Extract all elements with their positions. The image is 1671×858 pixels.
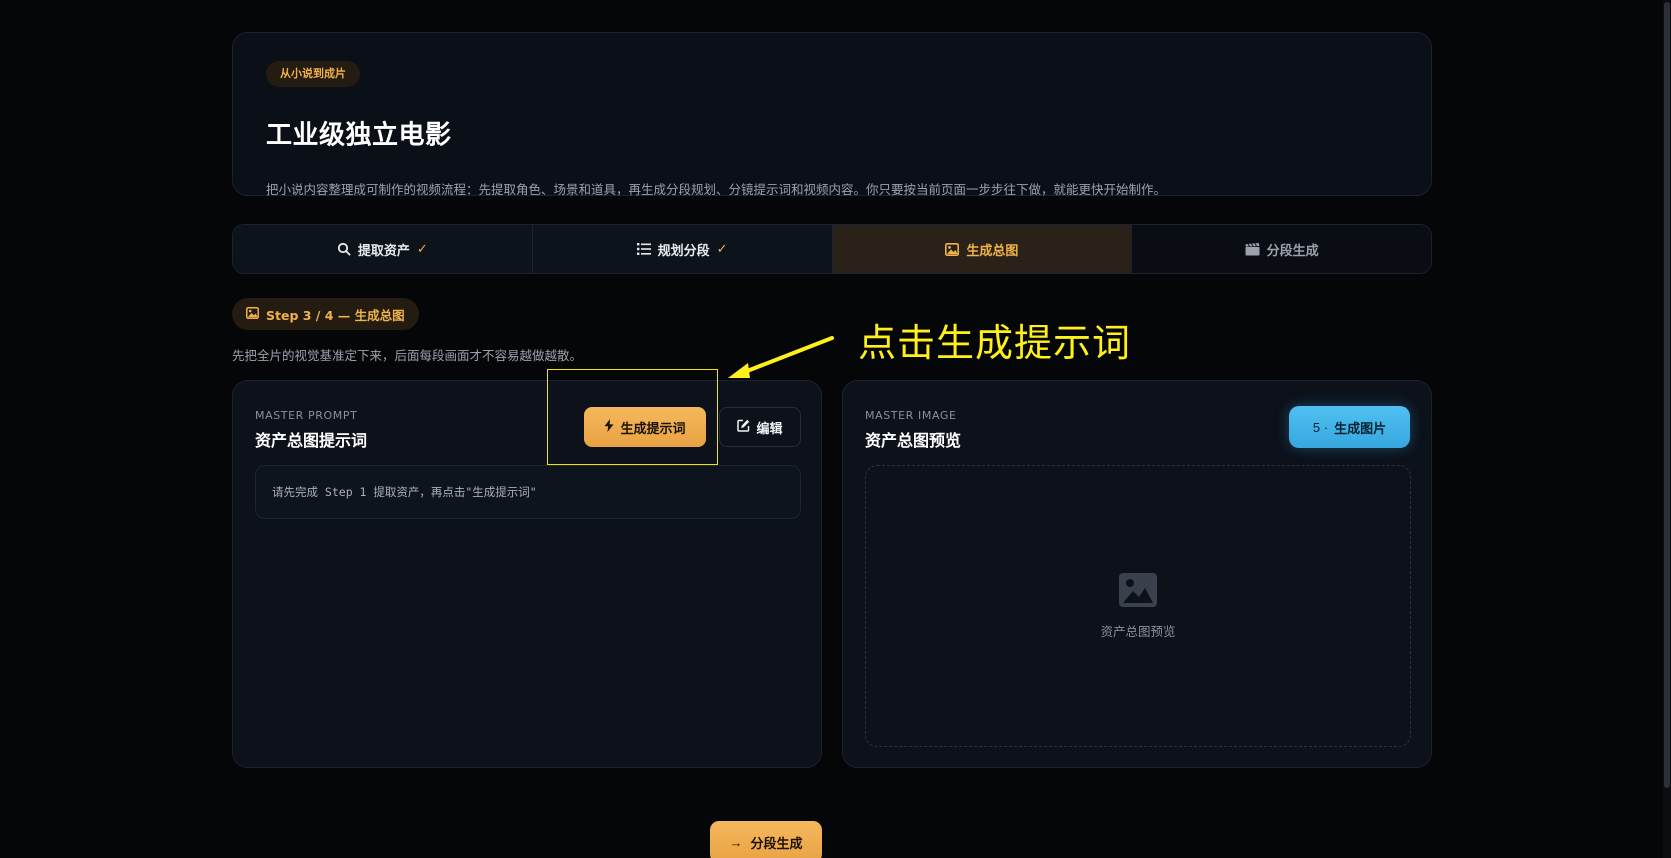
annotation-arrow-icon	[728, 336, 834, 378]
edit-icon	[737, 419, 750, 435]
image-placeholder-icon	[1119, 572, 1157, 611]
scrollbar-thumb[interactable]	[1664, 2, 1670, 788]
step-label: Step 3 / 4 — 生成总图	[266, 307, 405, 323]
hero-description: 把小说内容整理成可制作的视频流程：先提取角色、场景和道具，再生成分段规划、分镜提…	[266, 182, 1167, 197]
annotation-text: 点击生成提示词	[858, 321, 1132, 365]
tab-label: 提取资产	[357, 243, 410, 259]
page: 从小说到成片 工业级独立电影 把小说内容整理成可制作的视频流程：先提取角色、场景…	[0, 0, 1671, 858]
panel-kicker: MASTER PROMPT	[255, 409, 358, 422]
panel-title: 资产总图提示词	[255, 431, 368, 450]
edit-prompt-button[interactable]: 编辑	[719, 407, 801, 447]
check-icon: ✓	[716, 241, 728, 257]
hero-badge: 从小说到成片	[266, 61, 360, 87]
prompt-textbox[interactable]: 请先完成 Step 1 提取资产，再点击"生成提示词"	[255, 465, 801, 519]
button-label: 分段生成	[750, 835, 803, 851]
page-title: 工业级独立电影	[266, 120, 452, 151]
master-image-panel: MASTER IMAGE 资产总图预览 5 · 生成图片 资产总图预览	[842, 380, 1432, 768]
annotation-highlight-box	[547, 369, 718, 465]
tab-segment-generate[interactable]: 分段生成	[1132, 225, 1431, 273]
generate-image-button[interactable]: 5 · 生成图片	[1289, 406, 1410, 448]
button-label: 编辑	[756, 420, 783, 436]
next-segment-generate-button[interactable]: → 分段生成	[710, 821, 822, 858]
panel-title: 资产总图预览	[865, 431, 962, 450]
step-tabs: 提取资产 ✓ 规划分段 ✓ 生成总图 分段生成	[232, 224, 1432, 274]
master-prompt-panel: MASTER PROMPT 资产总图提示词 生成提示词 编辑 请先完成 Step…	[232, 380, 822, 768]
hero-card: 从小说到成片 工业级独立电影 把小说内容整理成可制作的视频流程：先提取角色、场景…	[232, 32, 1432, 197]
check-icon: ✓	[416, 241, 428, 257]
tab-plan-segments[interactable]: 规划分段 ✓	[532, 225, 833, 273]
search-icon	[337, 242, 351, 256]
image-icon	[246, 306, 259, 322]
button-prefix: 5 ·	[1312, 419, 1329, 435]
tab-extract-assets[interactable]: 提取资产 ✓	[233, 225, 533, 273]
step-description: 先把全片的视觉基准定下来，后面每段画面才不容易越做越散。	[232, 348, 583, 363]
tab-label: 分段生成	[1266, 243, 1319, 259]
preview-label: 资产总图预览	[1100, 623, 1176, 639]
list-icon	[636, 242, 651, 256]
button-label: 生成图片	[1334, 420, 1387, 436]
tab-generate-master[interactable]: 生成总图	[832, 225, 1133, 273]
tab-label: 生成总图	[966, 243, 1019, 259]
image-icon	[945, 242, 960, 256]
tab-label: 规划分段	[657, 243, 710, 259]
prompt-placeholder: 请先完成 Step 1 提取资产，再点击"生成提示词"	[272, 485, 537, 499]
clapperboard-icon	[1245, 242, 1260, 256]
scrollbar[interactable]	[1663, 0, 1671, 858]
arrow-right-icon: →	[729, 834, 743, 850]
panel-kicker: MASTER IMAGE	[865, 409, 957, 422]
step-indicator: Step 3 / 4 — 生成总图	[232, 298, 419, 330]
image-preview-area: 资产总图预览	[865, 465, 1411, 747]
